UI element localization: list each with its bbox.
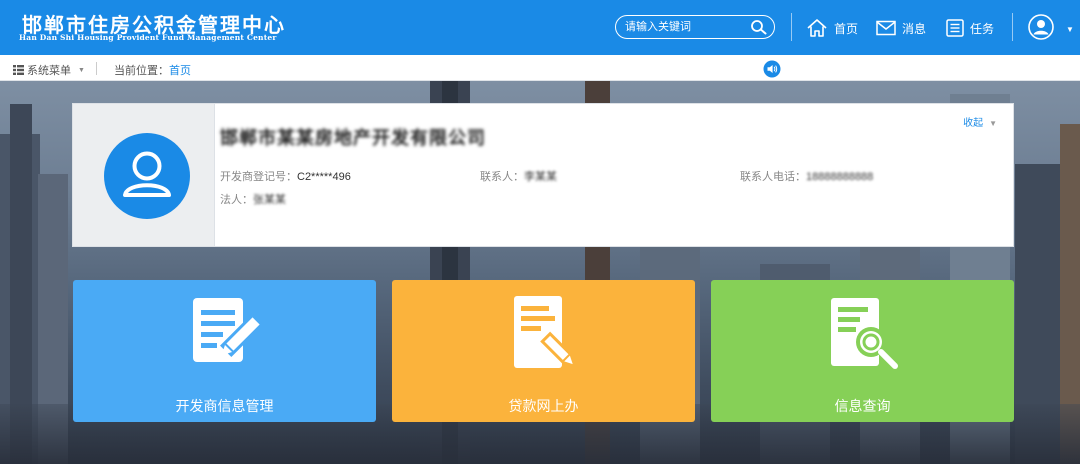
field-value: 张某某 (253, 194, 286, 206)
company-name: 邯郸市某某房地产开发有限公司 (220, 128, 486, 148)
tile-label: 信息查询 (834, 398, 891, 414)
subbar-divider (96, 62, 97, 75)
edit-document-icon (192, 298, 264, 362)
system-menu-label: 系统菜单 (27, 65, 71, 77)
search-document-icon (830, 298, 898, 369)
nav-messages[interactable]: 消息 (876, 17, 926, 39)
avatar-panel (73, 104, 215, 246)
tile-developer-info[interactable]: 开发商信息管理 (73, 280, 376, 422)
mail-icon (876, 20, 896, 36)
nav-home-label: 首页 (834, 21, 859, 36)
developer-profile-card: 邯郸市某某房地产开发有限公司 收起 ▼ 开发商登记号：C2*****496 联系人… (72, 103, 1014, 247)
collapse-toggle[interactable]: 收起 ▼ (963, 114, 997, 129)
home-icon (807, 19, 827, 37)
collapse-label: 收起 (963, 118, 984, 129)
sub-toolbar: 系统菜单 ▼ 当前位置：首页 (0, 55, 1080, 81)
field-contact: 联系人：李某某 (480, 168, 557, 184)
field-developer-reg-no: 开发商登记号：C2*****496 (220, 168, 351, 184)
system-menu-button[interactable]: 系统菜单 ▼ (13, 62, 85, 78)
chevron-down-icon: ▼ (78, 66, 85, 74)
field-label: 联系人： (480, 171, 524, 183)
breadcrumb-prefix: 当前位置： (114, 65, 169, 77)
field-legal-person: 法人：张某某 (220, 191, 286, 207)
grid-menu-icon (13, 65, 24, 75)
field-value: C2*****496 (297, 171, 351, 183)
nav-home[interactable]: 首页 (806, 17, 858, 39)
tile-online-loan[interactable]: 贷款网上办 (392, 280, 695, 422)
chevron-down-icon[interactable]: ▼ (1066, 25, 1074, 34)
search-box (615, 15, 775, 39)
field-label: 法人： (220, 194, 253, 206)
header-divider (791, 13, 792, 41)
field-value: 18888888888 (806, 171, 874, 183)
field-contact-phone: 联系人电话：18888888888 (740, 168, 873, 184)
breadcrumb-home-link[interactable]: 首页 (169, 65, 191, 77)
search-icon[interactable] (750, 19, 768, 35)
header-divider (1012, 13, 1013, 41)
site-subtitle: Han Dan Shi Housing Provident Fund Manag… (19, 33, 277, 42)
field-value: 李某某 (524, 171, 557, 183)
field-label: 联系人电话： (740, 171, 806, 183)
task-list-icon (946, 19, 964, 37)
chevron-down-icon: ▼ (989, 119, 997, 128)
loan-document-icon (513, 296, 574, 368)
nav-tasks-label: 任务 (970, 21, 995, 36)
speaker-icon[interactable] (763, 60, 781, 78)
nav-tasks[interactable]: 任务 (946, 17, 994, 39)
breadcrumb: 当前位置：首页 (114, 62, 191, 78)
tile-label: 开发商信息管理 (175, 398, 274, 414)
user-avatar-icon[interactable] (1028, 14, 1054, 40)
tile-info-query[interactable]: 信息查询 (711, 280, 1014, 422)
search-input[interactable] (625, 19, 745, 35)
nav-messages-label: 消息 (902, 21, 927, 36)
avatar-icon (104, 133, 190, 219)
top-header: 邯郸市住房公积金管理中心 Han Dan Shi Housing Provide… (0, 0, 1080, 55)
field-label: 开发商登记号： (220, 171, 297, 183)
tile-label: 贷款网上办 (508, 398, 579, 414)
